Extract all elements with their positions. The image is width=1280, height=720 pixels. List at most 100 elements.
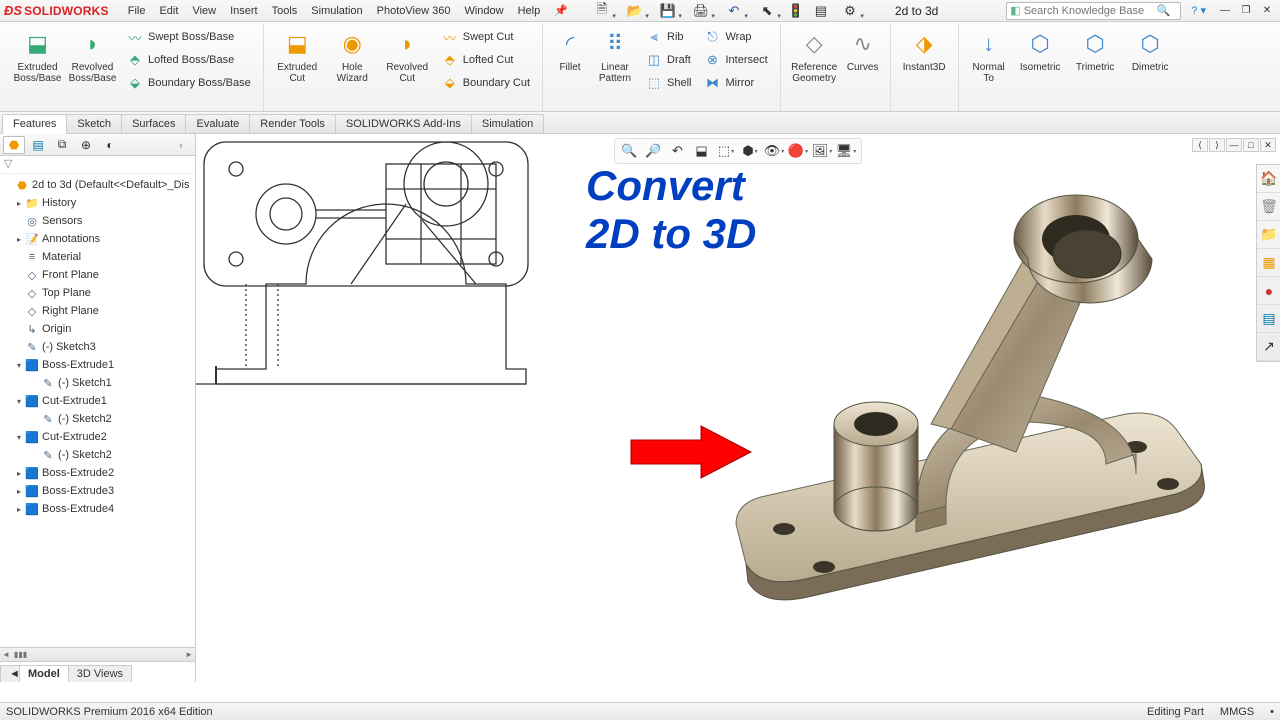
tab-3dviews[interactable]: 3D Views — [68, 665, 132, 682]
menu-tools[interactable]: Tools — [265, 3, 305, 19]
fillet-button[interactable]: ◜Fillet — [549, 26, 591, 75]
tree-node[interactable]: ▸📝Annotations — [0, 230, 195, 248]
expand-tabs-icon[interactable]: › — [170, 136, 192, 154]
tab-simulation[interactable]: Simulation — [471, 114, 544, 133]
dimetric-button[interactable]: ⬡Dimetric — [1123, 26, 1178, 75]
menu-help[interactable]: Help — [511, 3, 548, 19]
menu-file[interactable]: File — [121, 3, 153, 19]
swept-boss-button[interactable]: 〰Swept Boss/Base — [120, 26, 257, 48]
tree-node[interactable]: ◇Right Plane — [0, 302, 195, 320]
draft-button[interactable]: ◫Draft — [639, 49, 697, 71]
tree-node[interactable]: ◇Front Plane — [0, 266, 195, 284]
view-orientation-icon[interactable]: ⬚ — [715, 141, 737, 161]
menu-edit[interactable]: Edit — [152, 3, 185, 19]
tab-sketch[interactable]: Sketch — [66, 114, 122, 133]
boundary-boss-button[interactable]: ⬙Boundary Boss/Base — [120, 72, 257, 94]
display-style-icon[interactable]: ⬢ — [739, 141, 761, 161]
dimxpert-tab-icon[interactable]: ⊕ — [75, 136, 97, 154]
print-icon[interactable]: 🖨 — [686, 1, 716, 21]
select-icon[interactable]: ⬉ — [752, 1, 782, 21]
menu-view[interactable]: View — [185, 3, 223, 19]
tree-filter[interactable]: ▽ — [0, 156, 195, 174]
section-view-icon[interactable]: ⬓ — [691, 141, 713, 161]
new-icon[interactable]: 🗎 — [587, 1, 617, 21]
tab-features[interactable]: Features — [2, 114, 67, 134]
taskpane-resources-icon[interactable]: 🗑 — [1257, 193, 1280, 221]
apply-scene-icon[interactable]: 🖼 — [811, 141, 833, 161]
menu-photoview[interactable]: PhotoView 360 — [370, 3, 458, 19]
configuration-tab-icon[interactable]: ⧉ — [51, 136, 73, 154]
wrap-button[interactable]: ⎋Wrap — [697, 26, 773, 48]
restore-icon[interactable]: ❐ — [1237, 3, 1255, 19]
revolved-cut-button[interactable]: ◗Revolved Cut — [380, 26, 435, 86]
tree-node[interactable]: ▾🟦Cut-Extrude2 — [0, 428, 195, 446]
search-input[interactable] — [1024, 5, 1154, 17]
extruded-cut-button[interactable]: ⬓Extruded Cut — [270, 26, 325, 86]
status-units[interactable]: MMGS — [1220, 706, 1254, 718]
linear-pattern-button[interactable]: ⠿Linear Pattern — [591, 26, 639, 86]
view-settings-icon[interactable]: 🖥 — [835, 141, 857, 161]
settings-icon[interactable]: ⚙ — [835, 1, 865, 21]
feature-tree-tab-icon[interactable]: ⬣ — [3, 136, 25, 154]
tab-surfaces[interactable]: Surfaces — [121, 114, 186, 133]
curves-button[interactable]: ∿Curves — [842, 26, 884, 75]
tree-node[interactable]: ✎(-) Sketch2 — [0, 410, 195, 428]
save-icon[interactable]: 💾 — [653, 1, 683, 21]
tab-model[interactable]: Model — [19, 665, 69, 682]
tree-node[interactable]: ▸🟦Boss-Extrude3 — [0, 482, 195, 500]
lofted-cut-button[interactable]: ⬘Lofted Cut — [435, 49, 536, 71]
tree-node[interactable]: ◎Sensors — [0, 212, 195, 230]
taskpane-custom-icon[interactable]: ↗ — [1257, 333, 1280, 361]
tab-evaluate[interactable]: Evaluate — [185, 114, 250, 133]
vp-close-icon[interactable]: ✕ — [1260, 138, 1276, 152]
menu-simulation[interactable]: Simulation — [304, 3, 369, 19]
menu-window[interactable]: Window — [457, 3, 510, 19]
vp-prev-icon[interactable]: ⟨ — [1192, 138, 1208, 152]
menu-pin-icon[interactable]: 📌 — [547, 2, 575, 19]
zoom-fit-icon[interactable]: 🔍 — [619, 141, 641, 161]
shell-button[interactable]: ⬚Shell — [639, 72, 697, 94]
tree-node[interactable]: ▸📁History — [0, 194, 195, 212]
extruded-boss-button[interactable]: ⬓ Extruded Boss/Base — [10, 26, 65, 86]
menu-insert[interactable]: Insert — [223, 3, 265, 19]
vp-minimize-icon[interactable]: — — [1226, 138, 1242, 152]
property-manager-tab-icon[interactable]: ▤ — [27, 136, 49, 154]
tree-node[interactable]: ▸🟦Boss-Extrude2 — [0, 464, 195, 482]
taskpane-appearances-icon[interactable]: ▤ — [1257, 305, 1280, 333]
tree-node[interactable]: ✎(-) Sketch3 — [0, 338, 195, 356]
lofted-boss-button[interactable]: ⬘Lofted Boss/Base — [120, 49, 257, 71]
intersect-button[interactable]: ⊗Intersect — [697, 49, 773, 71]
tree-node[interactable]: ≡Material — [0, 248, 195, 266]
undo-icon[interactable]: ↶ — [719, 1, 749, 21]
zoom-area-icon[interactable]: 🔎 — [643, 141, 665, 161]
taskpane-design-library-icon[interactable]: 📁 — [1257, 221, 1280, 249]
rib-button[interactable]: ⫷Rib — [639, 26, 697, 48]
tree-node[interactable]: ◇Top Plane — [0, 284, 195, 302]
tree-node[interactable]: ▾🟦Boss-Extrude1 — [0, 356, 195, 374]
trimetric-button[interactable]: ⬡Trimetric — [1068, 26, 1123, 75]
revolved-boss-button[interactable]: ◗ Revolved Boss/Base — [65, 26, 120, 86]
tree-node[interactable]: ▾🟦Cut-Extrude1 — [0, 392, 195, 410]
rebuild-icon[interactable]: 🚦 — [785, 1, 807, 21]
graphics-viewport[interactable]: 🔍 🔎 ↶ ⬓ ⬚ ⬢ 👁 🔴 🖼 🖥 ⟨ ⟩ — □ ✕ 🏠 🗑 📁 ▦ ● … — [196, 134, 1280, 682]
tree-node[interactable]: ✎(-) Sketch1 — [0, 374, 195, 392]
vp-maximize-icon[interactable]: □ — [1243, 138, 1259, 152]
display-manager-tab-icon[interactable]: ◐ — [99, 136, 121, 154]
swept-cut-button[interactable]: 〰Swept Cut — [435, 26, 536, 48]
boundary-cut-button[interactable]: ⬙Boundary Cut — [435, 72, 536, 94]
open-icon[interactable]: 📂 — [620, 1, 650, 21]
taskpane-view-palette-icon[interactable]: ● — [1257, 277, 1280, 305]
options-icon[interactable]: ▤ — [810, 1, 832, 21]
hide-show-icon[interactable]: 👁 — [763, 141, 785, 161]
tab-addins[interactable]: SOLIDWORKS Add-Ins — [335, 114, 472, 133]
vp-next-icon[interactable]: ⟩ — [1209, 138, 1225, 152]
taskpane-file-explorer-icon[interactable]: ▦ — [1257, 249, 1280, 277]
reference-geometry-button[interactable]: ◇Reference Geometry — [787, 26, 842, 86]
minimize-icon[interactable]: — — [1216, 3, 1234, 19]
help-icon[interactable]: ? ▾ — [1187, 4, 1210, 17]
search-box[interactable]: ◧ 🔍 — [1006, 2, 1181, 20]
tree-node[interactable]: ▸🟦Boss-Extrude4 — [0, 500, 195, 518]
tree-scrollbar[interactable]: ◄▮▮▮► — [0, 648, 195, 662]
edit-appearance-icon[interactable]: 🔴 — [787, 141, 809, 161]
tab-render-tools[interactable]: Render Tools — [249, 114, 336, 133]
